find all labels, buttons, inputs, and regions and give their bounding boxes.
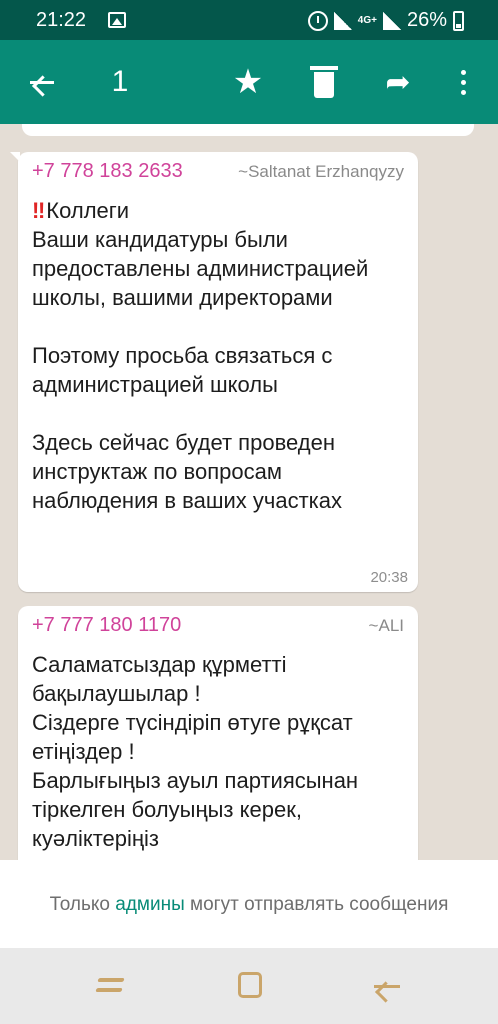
signal-icon	[382, 11, 401, 30]
signal-icon	[333, 11, 352, 30]
status-bar: 21:22 4G+ 26%	[0, 0, 498, 40]
admins-only-notice: Только админы могут отправлять сообщения	[0, 860, 498, 948]
notice-text-before: Только	[49, 893, 116, 915]
status-time: 21:22	[36, 9, 87, 31]
system-back-button[interactable]	[368, 972, 408, 1002]
system-nav-bar	[0, 948, 498, 1024]
message-text: Саламатсыздар құрметті бақылаушылар ! Сі…	[32, 652, 359, 851]
more-vert-icon	[460, 69, 466, 95]
sender-pushname: ~ALI	[368, 616, 404, 635]
message-bubble[interactable]: +7 777 180 1170 ~ALI Саламатсыздар құрме…	[18, 606, 418, 860]
admins-link[interactable]: админы	[115, 894, 184, 915]
sender-row: +7 777 180 1170 ~ALI	[32, 614, 404, 644]
forward-icon: ➦	[385, 65, 411, 99]
message-first-line: Коллеги	[46, 198, 130, 223]
status-indicators: 4G+ 26%	[307, 9, 464, 32]
image-icon	[108, 12, 126, 28]
chat-area[interactable]: +7 778 183 2633 ~Saltanat Erzhanqyzy ‼ Ко…	[0, 124, 498, 860]
battery-icon	[453, 10, 464, 31]
trash-icon	[310, 66, 338, 98]
message-body: Ваши кандидатуры были предоставлены адми…	[32, 227, 369, 513]
sender-row: +7 778 183 2633 ~Saltanat Erzhanqyzy	[32, 160, 404, 190]
battery-percent: 26%	[406, 9, 447, 31]
double-exclamation-icon: ‼	[32, 198, 45, 223]
recent-apps-icon	[97, 978, 125, 982]
home-icon	[238, 972, 262, 998]
sender-phone[interactable]: +7 778 183 2633	[32, 160, 183, 183]
recent-apps-button[interactable]	[92, 972, 132, 1002]
selection-toolbar: 1 ★ ➦	[0, 40, 498, 124]
recent-apps-icon-line	[95, 988, 123, 992]
message-time: 20:38	[370, 569, 408, 586]
message-bubble[interactable]: +7 778 183 2633 ~Saltanat Erzhanqyzy ‼ Ко…	[10, 152, 418, 592]
message-text: ‼ Коллеги Ваши кандидатуры были предостав…	[32, 196, 404, 515]
back-icon	[374, 985, 400, 988]
delete-button[interactable]	[304, 62, 344, 102]
selected-count: 1	[111, 65, 129, 98]
star-icon: ★	[232, 63, 264, 101]
network-type: 4G+	[357, 14, 377, 26]
forward-button[interactable]: ➦	[376, 62, 420, 102]
alarm-icon	[307, 10, 328, 31]
back-button[interactable]	[22, 62, 62, 102]
notice-text-after: могут отправлять сообщения	[184, 893, 449, 915]
more-options-button[interactable]	[448, 62, 478, 102]
star-button[interactable]: ★	[226, 62, 270, 102]
previous-message-bubble[interactable]	[22, 124, 474, 136]
back-arrow-icon	[30, 80, 54, 84]
sender-pushname: ~Saltanat Erzhanqyzy	[238, 162, 404, 181]
sender-phone[interactable]: +7 777 180 1170	[32, 614, 181, 637]
home-button[interactable]	[230, 972, 270, 1002]
